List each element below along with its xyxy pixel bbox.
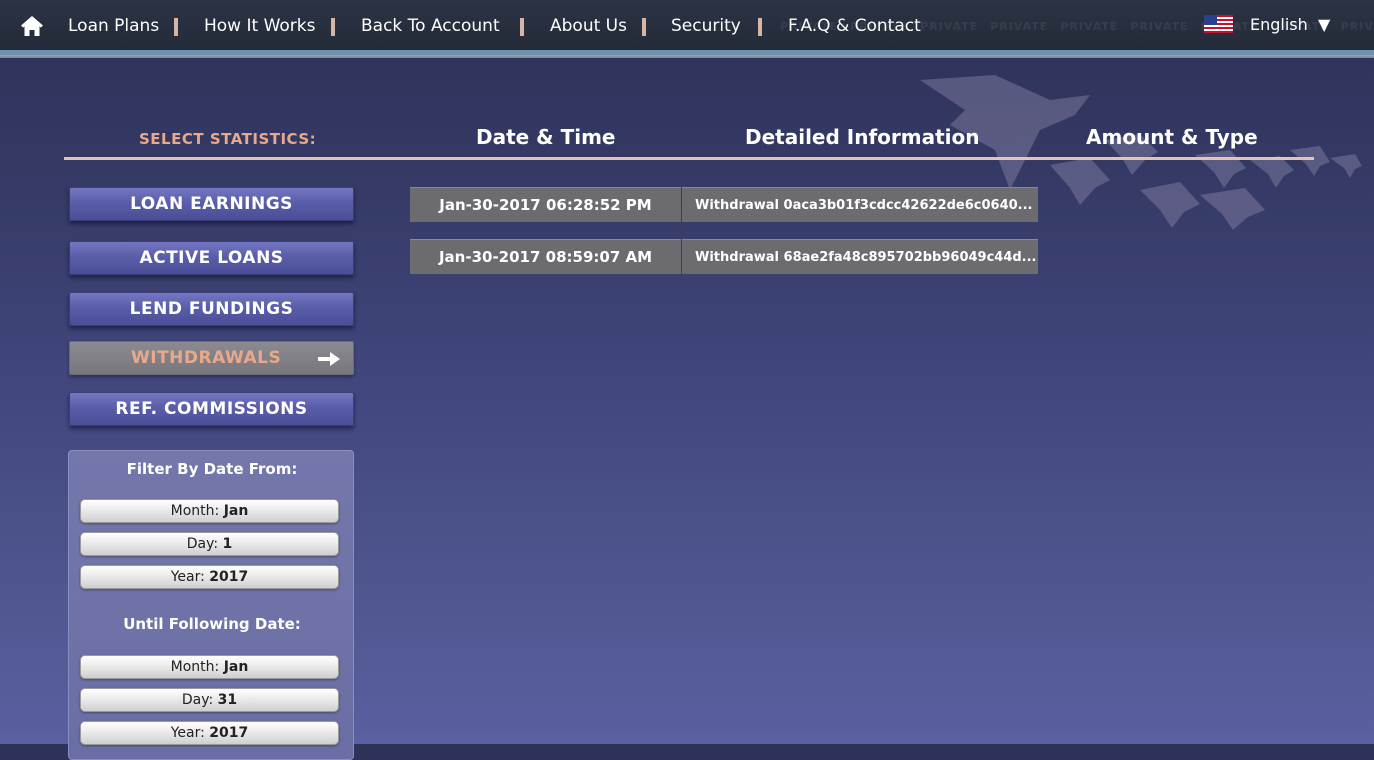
nav-separator [331, 18, 335, 36]
active-loans-label: ACTIVE LOANS [139, 248, 284, 268]
column-header-date-time: Date & Time [476, 125, 616, 149]
until-day-select[interactable]: Day: 31 [80, 688, 339, 712]
top-navigation-bar: PRIVATE PRIVATE PRIVATE PRIVATE PRIVATE PRIVA… [0, 0, 1374, 50]
ref-commissions-button[interactable]: REF. COMMISSIONS [69, 392, 354, 426]
row-detailed-information: Withdrawal 0aca3b01f3cdcc42622de6c0640..… [682, 187, 1038, 222]
from-year-select[interactable]: Year: 2017 [80, 565, 339, 589]
birds-decoration-icon [920, 75, 1362, 230]
arrow-right-icon [318, 352, 340, 366]
from-day-select[interactable]: Day: 1 [80, 532, 339, 556]
ref-commissions-label: REF. COMMISSIONS [115, 399, 308, 419]
from-month-select[interactable]: Month: Jan [80, 499, 339, 523]
withdrawals-button[interactable]: WITHDRAWALS [69, 341, 354, 375]
filter-from-title: Filter By Date From: [126, 460, 298, 478]
column-header-detailed-information: Detailed Information [745, 125, 980, 149]
nav-separator [174, 18, 178, 36]
chevron-down-icon[interactable]: ▼ [1318, 15, 1330, 34]
lend-fundings-label: LEND FUNDINGS [129, 299, 294, 319]
nav-separator [758, 18, 762, 36]
select-statistics-label: SELECT STATISTICS: [139, 130, 317, 148]
language-selector[interactable]: English [1250, 15, 1308, 34]
top-stripe [0, 50, 1374, 58]
header-divider [64, 157, 1314, 160]
nav-back-to-account[interactable]: Back To Account [361, 16, 500, 36]
filter-until-title: Until Following Date: [123, 615, 301, 633]
nav-about-us[interactable]: About Us [550, 16, 627, 36]
nav-how-it-works[interactable]: How It Works [204, 16, 315, 36]
us-flag-icon[interactable] [1204, 15, 1233, 33]
row-date-time: Jan-30-2017 08:59:07 AM [410, 239, 681, 274]
nav-faq-contact[interactable]: F.A.Q & Contact [788, 16, 921, 36]
row-detailed-information: Withdrawal 68ae2fa48c895702bb96049c44d..… [682, 239, 1038, 274]
home-icon[interactable] [19, 13, 45, 39]
lend-fundings-button[interactable]: LEND FUNDINGS [69, 292, 354, 326]
nav-separator [642, 18, 646, 36]
until-year-select[interactable]: Year: 2017 [80, 721, 339, 745]
until-month-select[interactable]: Month: Jan [80, 655, 339, 679]
loan-earnings-button[interactable]: LOAN EARNINGS [69, 187, 354, 221]
row-date-time: Jan-30-2017 06:28:52 PM [410, 187, 681, 222]
withdrawals-label: WITHDRAWALS [131, 348, 282, 368]
nav-separator [520, 18, 524, 36]
nav-loan-plans[interactable]: Loan Plans [68, 16, 159, 36]
nav-security[interactable]: Security [671, 16, 741, 36]
column-header-amount-type: Amount & Type [1086, 125, 1258, 149]
loan-earnings-label: LOAN EARNINGS [130, 194, 293, 214]
active-loans-button[interactable]: ACTIVE LOANS [69, 241, 354, 275]
table-row[interactable]: Jan-30-2017 06:28:52 PM Withdrawal 0aca3… [410, 187, 1038, 222]
date-filter-panel: Filter By Date From: Month: Jan Day: 1 Y… [68, 450, 354, 760]
table-row[interactable]: Jan-30-2017 08:59:07 AM Withdrawal 68ae2… [410, 239, 1038, 274]
